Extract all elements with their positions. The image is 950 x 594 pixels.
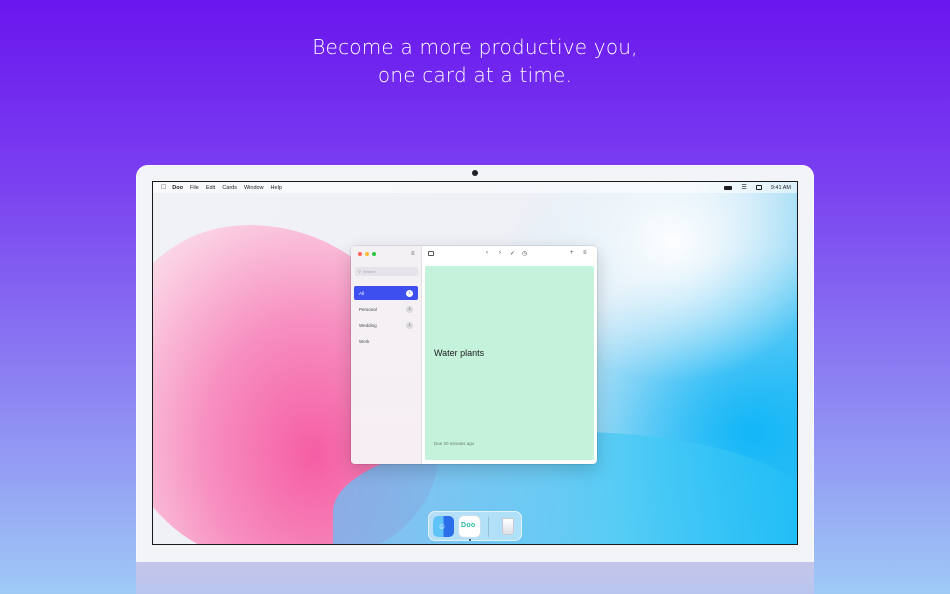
apple-menu-icon[interactable]:  [161, 184, 166, 191]
sidebar-toggle-icon[interactable] [428, 251, 434, 256]
sidebar-item-all[interactable]: All 3 [354, 286, 418, 300]
control-center-icon[interactable] [755, 185, 762, 190]
zoom-window-button[interactable] [372, 252, 376, 256]
sidebar-item-label: Wedding [359, 322, 377, 328]
battery-icon[interactable] [724, 185, 733, 190]
list-sidebar: All 3 Personal 2 Wedding 1 Work [354, 286, 418, 350]
trash-icon[interactable] [497, 516, 518, 537]
sidebar-item-label: Personal [359, 306, 377, 312]
count-badge: 3 [406, 289, 413, 297]
menu-app-name[interactable]: Doo [172, 185, 183, 191]
menu-window[interactable]: Window [244, 185, 264, 191]
dock-separator [488, 517, 489, 537]
close-window-button[interactable] [358, 252, 362, 256]
search-icon: ⚲ [358, 269, 361, 274]
card-due-date: Due 20 minutes ago [434, 441, 475, 446]
menu-list-icon[interactable]: ≡ [583, 250, 587, 256]
next-card-icon[interactable]: › [499, 250, 501, 256]
complete-card-icon[interactable]: ✓ [510, 250, 515, 257]
doo-app-glyph: Doo [461, 522, 476, 529]
card[interactable]: Water plants Due 20 minutes ago [425, 266, 594, 460]
menu-edit[interactable]: Edit [206, 185, 215, 191]
laptop-frame:  Doo File Edit Cards Window Help ☰ 9:41… [136, 165, 814, 565]
desktop-screen:  Doo File Edit Cards Window Help ☰ 9:41… [152, 181, 798, 545]
running-indicator [469, 539, 471, 541]
card-title[interactable]: Water plants [434, 348, 484, 358]
doo-app-icon[interactable]: Doo [459, 516, 480, 537]
search-placeholder: Search [362, 269, 376, 274]
doo-app-window: ≡ ⚲ Search All 3 Personal 2 Wedding 1 Wo… [351, 246, 597, 464]
dock: ☺ Doo [428, 511, 522, 541]
sidebar-item-work[interactable]: Work [354, 334, 418, 348]
finder-icon[interactable]: ☺ [433, 516, 454, 537]
count-badge: 1 [406, 321, 413, 329]
window-controls [358, 252, 376, 256]
finder-face-icon: ☺ [438, 522, 447, 531]
headline-line-2: one card at a time. [377, 63, 573, 87]
headline-line-1: Become a more productive you, [312, 35, 638, 59]
laptop-base [136, 562, 814, 594]
previous-card-icon[interactable]: ‹ [486, 250, 488, 256]
camera-icon [472, 170, 478, 176]
search-input[interactable]: ⚲ Search [355, 267, 418, 276]
sidebar-item-label: All [359, 290, 365, 296]
sidebar: ≡ ⚲ Search All 3 Personal 2 Wedding 1 Wo… [351, 246, 422, 464]
menu-cards[interactable]: Cards [222, 185, 237, 191]
sidebar-item-wedding[interactable]: Wedding 1 [354, 318, 418, 332]
snooze-clock-icon[interactable]: ◷ [522, 250, 527, 257]
headline: Become a more productive you, one card a… [0, 33, 950, 89]
toolbar: ‹ › ✓ ◷ + ≡ [422, 246, 597, 264]
filter-icon[interactable]: ≡ [411, 251, 415, 257]
menu-clock[interactable]: 9:41 AM [771, 185, 791, 191]
add-card-icon[interactable]: + [570, 250, 574, 256]
trash-can-icon [502, 518, 514, 535]
menu-file[interactable]: File [190, 185, 199, 191]
menu-bar:  Doo File Edit Cards Window Help ☰ 9:41… [153, 182, 797, 193]
minimize-window-button[interactable] [365, 252, 369, 256]
count-badge: 2 [406, 305, 413, 313]
sidebar-item-label: Work [359, 338, 370, 344]
wifi-icon[interactable]: ☰ [741, 184, 746, 191]
sidebar-item-personal[interactable]: Personal 2 [354, 302, 418, 316]
menu-help[interactable]: Help [271, 185, 282, 191]
status-items: ☰ 9:41 AM [724, 184, 791, 191]
